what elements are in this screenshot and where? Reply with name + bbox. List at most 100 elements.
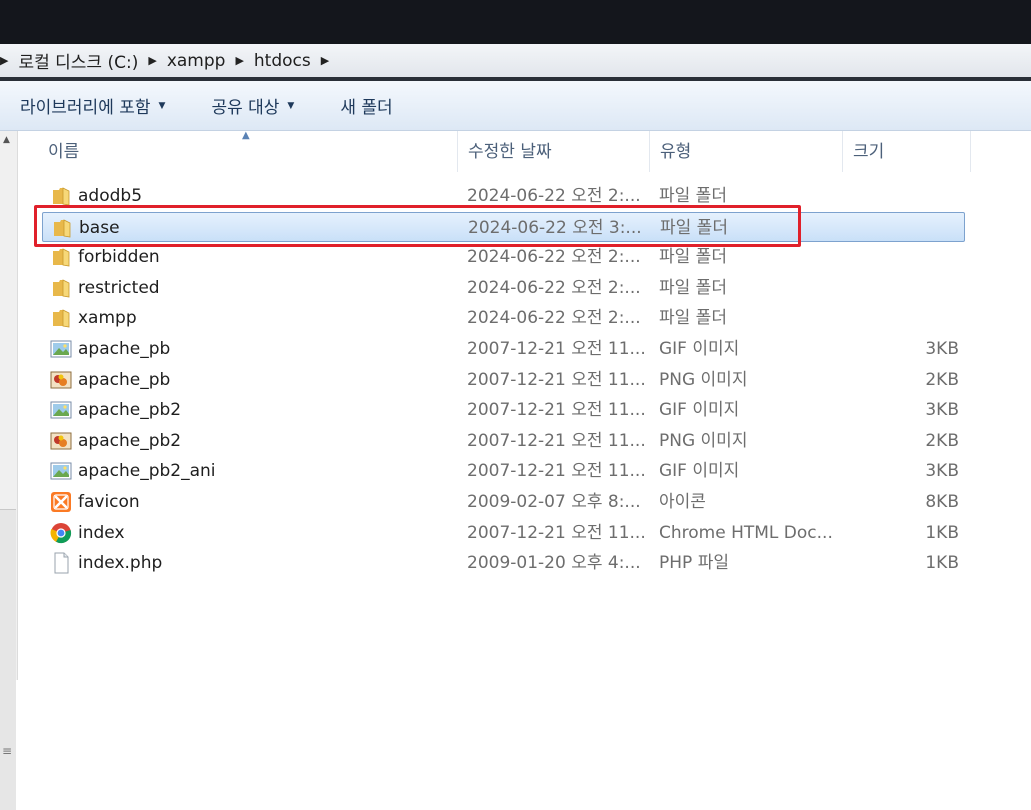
file-row[interactable]: index.php 2009-01-20 오후 4:... PHP 파일 1KB [42,548,965,578]
chevron-down-icon: ▼ [287,100,295,111]
file-modified-date: 2007-12-21 오전 11... [467,369,646,390]
file-row[interactable]: index 2007-12-21 오전 11... Chrome HTML Doc.… [42,518,965,548]
file-type: 파일 폴더 [659,186,727,206]
file-row[interactable]: apache_pb 2007-12-21 오전 11... GIF 이미지 3KB [42,334,965,364]
navigation-pane-scrollbar[interactable]: ▲ ≡ [0,131,18,810]
file-modified-date: 2024-06-22 오전 2:... [467,277,641,298]
file-type: 파일 폴더 [660,217,728,238]
gif-image-icon [50,460,72,482]
address-bar[interactable]: ▶ 로컬 디스크 (C:) ▶ xampp ▶ htdocs ▶ [0,44,1031,78]
file-row[interactable]: apache_pb 2007-12-21 오전 11... PNG 이미지 2KB [42,365,965,395]
breadcrumb-local-disk[interactable]: 로컬 디스크 (C:) [18,48,138,73]
file-row[interactable]: apache_pb2_ani 2007-12-21 오전 11... GIF 이미지… [42,456,965,486]
column-type-label: 유형 [660,142,692,162]
file-size: 3KB [925,461,959,482]
column-header-size[interactable]: 크기 [843,131,971,172]
folder-icon [51,217,73,239]
command-toolbar: 라이브러리에 포함 ▼ 공유 대상 ▼ 새 폴더 [0,81,1031,131]
file-name: apache_pb2 [78,400,182,421]
column-header: 이름 ▲ 수정한 날짜 유형 크기 [18,130,1031,172]
file-modified-date: 2007-12-21 오전 11... [467,339,646,359]
file-row[interactable]: apache_pb2 2007-12-21 오전 11... GIF 이미지 3KB [42,395,965,425]
file-modified-date: 2009-02-07 오후 8:... [467,492,641,512]
file-type: PNG 이미지 [659,430,748,451]
file-size: 3KB [925,400,959,421]
share-with-button[interactable]: 공유 대상 ▼ [181,86,310,126]
include-in-library-label: 라이브러리에 포함 [20,98,151,118]
new-folder-button[interactable]: 새 폴더 [310,86,408,126]
file-type: 파일 폴더 [659,247,727,268]
file-modified-date: 2024-06-22 오전 2:... [467,186,641,206]
file-row[interactable]: forbidden 2024-06-22 오전 2:... 파일 폴더 [42,242,965,272]
file-modified-date: 2024-06-22 오전 2:... [467,247,641,268]
file-type: 파일 폴더 [659,308,727,329]
file-name: apache_pb [78,339,171,359]
file-modified-date: 2009-01-20 오후 4:... [467,553,641,574]
folder-icon [50,185,72,207]
gif-image-icon [50,338,72,360]
file-name: favicon [78,492,140,512]
file-list: 이름 ▲ 수정한 날짜 유형 크기 adodb5 2024-06-22 오전 2:… [18,130,1031,680]
file-modified-date: 2007-12-21 오전 11... [467,430,646,451]
file-modified-date: 2024-06-22 오전 2:... [467,308,641,329]
file-size: 3KB [925,339,959,359]
breadcrumb-htdocs[interactable]: htdocs [254,51,311,71]
folder-icon [50,307,72,329]
chevron-right-icon[interactable]: ▶ [235,54,243,67]
file-type: PNG 이미지 [659,369,748,390]
gif-image-icon [50,399,72,421]
file-name: forbidden [78,247,160,268]
folder-icon [50,277,72,299]
file-name: apache_pb [78,369,171,390]
column-header-date[interactable]: 수정한 날짜 [458,131,650,172]
file-row[interactable]: xampp 2024-06-22 오전 2:... 파일 폴더 [42,303,965,333]
blank-file-icon [50,552,72,574]
file-row[interactable]: restricted 2024-06-22 오전 2:... 파일 폴더 [42,273,965,303]
file-type: 파일 폴더 [659,277,727,298]
file-size: 1KB [925,553,959,574]
file-row[interactable]: base 2024-06-22 오전 3:... 파일 폴더 [42,211,965,242]
file-size: 2KB [925,369,959,390]
file-name: xampp [78,308,137,329]
chevron-right-icon[interactable]: ▶ [0,54,8,67]
share-with-label: 공유 대상 [211,98,280,118]
file-row[interactable]: favicon 2009-02-07 오후 8:... 아이콘 8KB [42,487,965,517]
column-header-type[interactable]: 유형 [650,131,843,172]
file-type: GIF 이미지 [659,339,740,359]
scroll-up-arrow-icon[interactable]: ▲ [3,135,10,145]
folder-icon [50,246,72,268]
column-size-label: 크기 [853,142,885,162]
file-name: index.php [78,553,163,574]
scrollbar-thumb[interactable] [0,509,16,810]
file-size: 8KB [925,492,959,512]
file-type: 아이콘 [659,492,706,512]
file-type: PHP 파일 [659,553,729,574]
file-row[interactable]: apache_pb2 2007-12-21 오전 11... PNG 이미지 2KB [42,426,965,456]
file-type: Chrome HTML Doc... [659,522,833,543]
chrome-icon [50,522,72,544]
file-type: GIF 이미지 [659,400,740,421]
window-title-bar [0,0,1031,44]
breadcrumb-xampp[interactable]: xampp [167,51,226,71]
file-modified-date: 2007-12-21 오전 11... [467,522,646,543]
file-name: restricted [78,277,160,298]
include-in-library-button[interactable]: 라이브러리에 포함 ▼ [0,86,181,126]
column-name-label: 이름 [48,142,80,162]
file-name: index [78,522,125,543]
chevron-right-icon[interactable]: ▶ [321,54,329,67]
chevron-down-icon: ▼ [158,100,166,111]
file-size: 1KB [925,522,959,543]
file-modified-date: 2007-12-21 오전 11... [467,461,646,482]
column-date-label: 수정한 날짜 [468,142,552,162]
file-name: apache_pb2_ani [78,461,216,482]
png-image-icon [50,430,72,452]
file-name: apache_pb2 [78,430,182,451]
grip-icon: ≡ [2,744,13,758]
file-size: 2KB [925,430,959,451]
file-row[interactable]: adodb5 2024-06-22 오전 2:... 파일 폴더 [42,181,965,211]
chevron-right-icon[interactable]: ▶ [148,54,156,67]
xampp-favicon-icon [50,491,72,513]
file-name: adodb5 [78,186,143,206]
file-name: base [79,217,120,238]
file-modified-date: 2007-12-21 오전 11... [467,400,646,421]
